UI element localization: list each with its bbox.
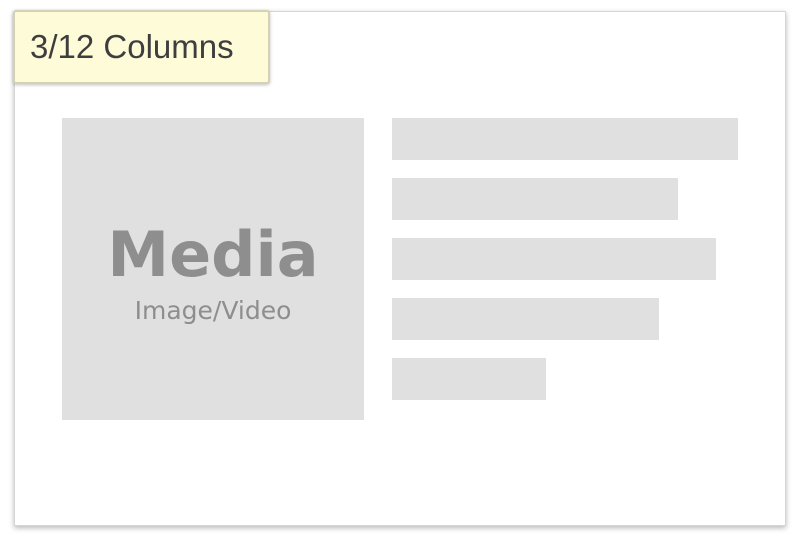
column-count-badge: 3/12 Columns	[13, 10, 270, 84]
text-line-placeholder-5	[392, 358, 546, 400]
media-title: Media	[107, 217, 319, 291]
media-subtitle: Image/Video	[134, 295, 292, 325]
text-line-placeholder-1	[392, 118, 738, 160]
text-line-placeholder-4	[392, 298, 659, 340]
media-placeholder: Media Image/Video	[62, 118, 364, 420]
column-count-label: 3/12 Columns	[30, 28, 234, 65]
text-line-placeholder-2	[392, 178, 678, 220]
text-line-placeholder-3	[392, 238, 716, 280]
